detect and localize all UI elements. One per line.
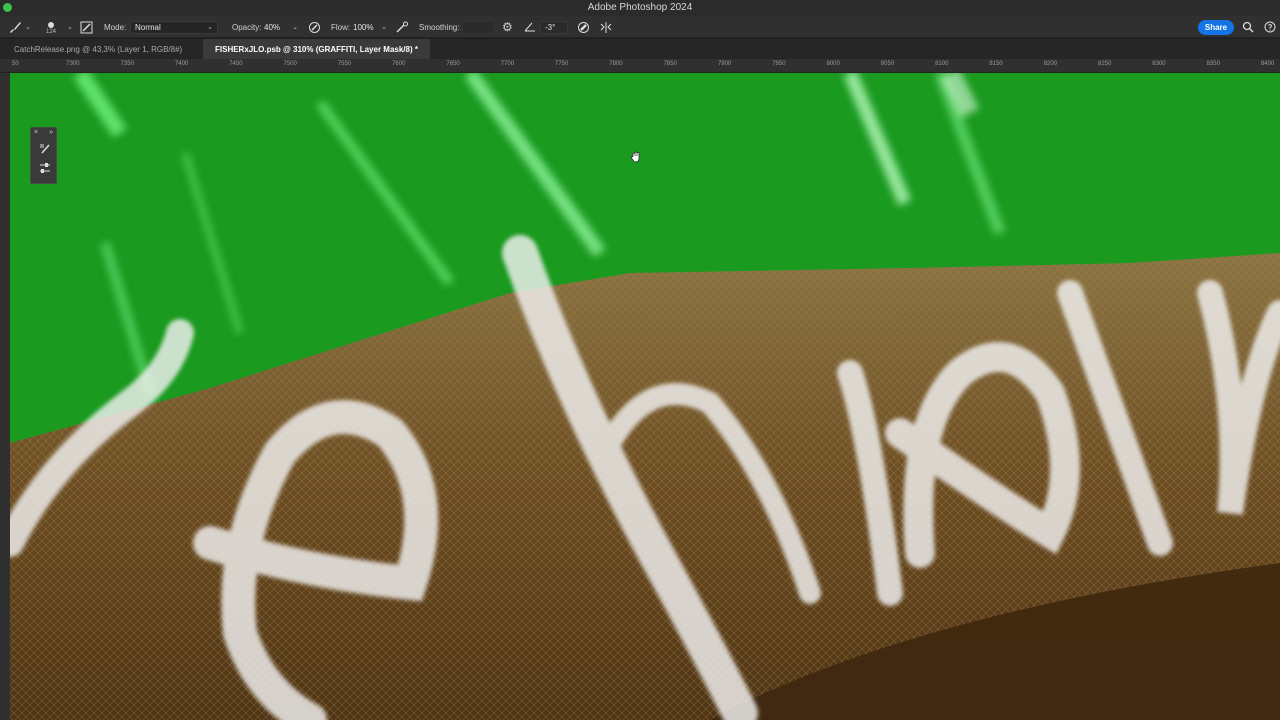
brush-settings-icon bbox=[80, 21, 93, 34]
ruler-tick-label: 8050 bbox=[880, 61, 895, 67]
ruler-tick-label: 50 bbox=[12, 61, 19, 67]
sliders-icon bbox=[38, 161, 52, 180]
ruler-tick-label: 8200 bbox=[1043, 61, 1058, 67]
brush-picker-caret[interactable]: ⌄ bbox=[64, 16, 73, 38]
brush-tip-preview bbox=[48, 21, 54, 28]
document-canvas[interactable] bbox=[10, 73, 1280, 720]
collapse-icon[interactable]: » bbox=[49, 129, 53, 136]
brush-size-picker[interactable]: 124 bbox=[46, 16, 56, 38]
ruler-tick-label: 7600 bbox=[392, 61, 406, 67]
angle-icon-wrap bbox=[524, 16, 536, 38]
smoothing-label: Smoothing: bbox=[419, 22, 460, 32]
share-button[interactable]: Share bbox=[1198, 20, 1234, 35]
search-icon bbox=[1242, 21, 1254, 33]
ruler-tick-label: 7450 bbox=[229, 61, 243, 67]
tab-fisherxjlo[interactable]: FISHERxJLO.psb @ 310% (GRAFFITI, Layer M… bbox=[203, 39, 430, 59]
angle-value: -3° bbox=[545, 22, 556, 32]
opacity-value: 40% bbox=[264, 22, 281, 32]
pressure-opacity-button[interactable] bbox=[308, 16, 321, 38]
close-icon[interactable]: × bbox=[34, 129, 38, 136]
ruler-tick-label: 7650 bbox=[446, 61, 460, 67]
flow-label: Flow: bbox=[331, 22, 351, 32]
symmetry-button[interactable] bbox=[599, 16, 613, 38]
brush-settings-toggle[interactable] bbox=[80, 16, 93, 38]
chevron-down-icon: ⌄ bbox=[25, 24, 31, 31]
ruler-tick-label: 8400 bbox=[1260, 61, 1275, 67]
ruler-tick-label: 8250 bbox=[1098, 61, 1112, 67]
airbrush-button[interactable] bbox=[395, 16, 409, 38]
ruler-tick-label: 7550 bbox=[337, 61, 352, 67]
ruler-tick-label: 8000 bbox=[826, 61, 840, 67]
options-bar: ⌄ 124 ⌄ Mode: Normal ⌄ Opacity: 40% ⌄ Fl… bbox=[0, 16, 1280, 38]
tab-label: CatchRelease.png @ 43,3% (Layer 1, RGB/8… bbox=[14, 44, 183, 54]
brush-icon bbox=[8, 20, 22, 34]
flow-value: 100% bbox=[353, 22, 374, 32]
canvas-artwork bbox=[10, 73, 1280, 720]
chevron-down-icon: ⌄ bbox=[381, 24, 387, 31]
ruler-tick-label: 7350 bbox=[120, 61, 134, 67]
pressure-opacity-icon bbox=[308, 21, 321, 34]
symmetry-icon bbox=[599, 21, 613, 34]
hand-cursor-icon bbox=[630, 150, 642, 163]
ruler-tick-label: 7300 bbox=[66, 61, 80, 67]
help-button[interactable] bbox=[1264, 16, 1276, 38]
ruler-tick-label: 7950 bbox=[772, 61, 786, 67]
ruler-tick-label: 7500 bbox=[283, 61, 297, 67]
tab-label: FISHERxJLO.psb @ 310% (GRAFFITI, Layer M… bbox=[215, 44, 418, 54]
brush-icon bbox=[38, 141, 52, 160]
adjustments-panel-button[interactable] bbox=[36, 162, 53, 179]
ruler-tick-label: 8350 bbox=[1206, 61, 1220, 67]
chevron-down-icon: ⌄ bbox=[67, 24, 73, 31]
vertical-ruler[interactable] bbox=[0, 73, 10, 720]
chevron-down-icon: ⌄ bbox=[292, 24, 298, 31]
ruler-tick-label: 7750 bbox=[555, 61, 569, 67]
chevron-down-icon: ⌄ bbox=[207, 24, 213, 31]
title-bar: Adobe Photoshop 2024 bbox=[0, 0, 1280, 16]
tool-preset-picker[interactable]: ⌄ bbox=[8, 16, 31, 38]
brush-settings-panel-button[interactable] bbox=[36, 142, 53, 159]
ruler-tick-label: 7900 bbox=[717, 61, 732, 67]
horizontal-ruler[interactable]: 50 7300 7350 7400 7450 7500 7550 7600 7650 7700 77… bbox=[0, 59, 1280, 73]
pressure-size-icon bbox=[577, 21, 590, 34]
opacity-field[interactable]: 40% ⌄ bbox=[264, 21, 298, 34]
ruler-tick-label: 7400 bbox=[174, 61, 189, 67]
help-icon bbox=[1264, 21, 1276, 33]
smoothing-field[interactable] bbox=[462, 20, 494, 34]
tab-catchrelease[interactable]: CatchRelease.png @ 43,3% (Layer 1, RGB/8… bbox=[2, 39, 194, 59]
flow-field[interactable]: 100% ⌄ bbox=[353, 21, 387, 34]
gear-icon: ⚙ bbox=[502, 20, 513, 34]
ruler-tick-label: 8100 bbox=[935, 61, 949, 67]
ruler-tick-label: 8150 bbox=[989, 61, 1003, 67]
search-button[interactable] bbox=[1242, 16, 1254, 38]
airbrush-icon bbox=[395, 21, 409, 34]
angle-field[interactable]: -3° bbox=[540, 20, 568, 34]
floating-brush-panel: × » bbox=[30, 127, 57, 184]
mode-select[interactable]: Normal ⌄ bbox=[130, 20, 218, 34]
brush-size-value: 124 bbox=[46, 28, 57, 35]
ruler-tick-label: 7700 bbox=[500, 61, 515, 67]
ruler-tick-label: 7850 bbox=[663, 61, 677, 67]
smoothing-settings-button[interactable]: ⚙ bbox=[502, 16, 513, 38]
window-title: Adobe Photoshop 2024 bbox=[587, 2, 693, 13]
angle-icon bbox=[524, 21, 536, 33]
mode-select-value: Normal bbox=[135, 22, 161, 32]
document-tab-bar: CatchRelease.png @ 43,3% (Layer 1, RGB/8… bbox=[0, 39, 1280, 59]
opacity-label: Opacity: bbox=[232, 22, 262, 32]
mode-label: Mode: bbox=[104, 22, 127, 32]
ruler-tick-label: 7800 bbox=[609, 61, 623, 67]
pressure-size-button[interactable] bbox=[577, 16, 590, 38]
ruler-tick-label: 8300 bbox=[1152, 61, 1166, 67]
